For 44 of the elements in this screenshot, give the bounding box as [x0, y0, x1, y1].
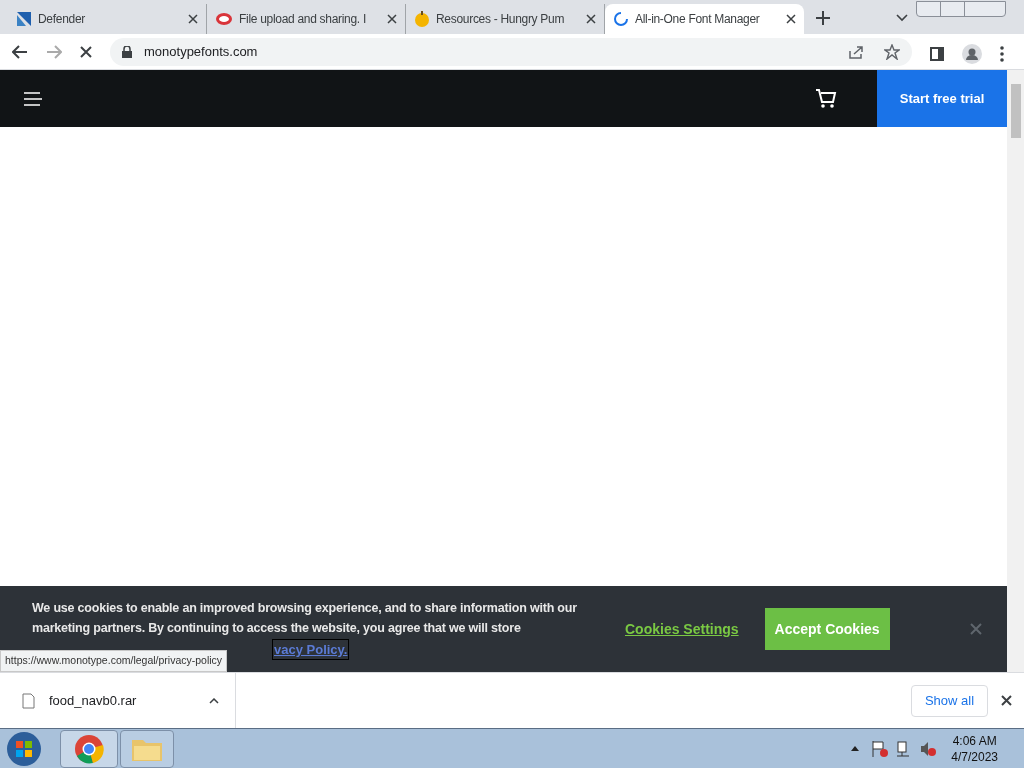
loading-spinner-icon	[613, 11, 629, 27]
show-all-button[interactable]: Show all	[911, 684, 988, 717]
tray-up-icon[interactable]	[851, 746, 860, 751]
taskbar-chrome-button[interactable]	[60, 729, 118, 768]
chevron-down-icon[interactable]	[896, 14, 908, 22]
stop-icon[interactable]	[80, 45, 92, 58]
window-controls[interactable]	[916, 1, 1006, 17]
browser-tab[interactable]: All-in-One Font Manager	[605, 4, 804, 34]
clock-date: 4/7/2023	[951, 748, 998, 765]
more-icon[interactable]	[1000, 46, 1004, 62]
close-icon[interactable]	[586, 14, 596, 24]
chevron-up-icon[interactable]	[209, 697, 219, 704]
start-trial-button[interactable]: Start free trial	[877, 70, 1007, 127]
close-icon[interactable]	[188, 14, 198, 24]
cookies-settings-link[interactable]: Cookies Settings	[625, 618, 739, 640]
profile-icon[interactable]	[962, 44, 982, 64]
flag-icon[interactable]	[871, 739, 890, 758]
new-tab-icon[interactable]	[816, 11, 830, 25]
side-panel-icon[interactable]	[930, 47, 944, 61]
cart-icon[interactable]	[815, 88, 837, 109]
close-icon[interactable]	[786, 14, 796, 24]
close-icon[interactable]	[1001, 695, 1012, 706]
clock-time: 4:06 AM	[952, 732, 997, 749]
tab-title: File upload and sharing. I	[239, 11, 366, 28]
cookie-notice: We use cookies to enable an improved browsing experience, and to share information with our marketing partners. By continuing to access the website, you agree that we will store	[32, 599, 578, 637]
file-name: food_navb0.rar	[49, 691, 137, 710]
lock-icon	[122, 45, 132, 58]
status-tooltip: https://www.monotype.com/legal/privacy-policy	[0, 650, 228, 672]
tab-title: Resources - Hungry Pum	[436, 11, 565, 28]
back-icon[interactable]	[12, 44, 28, 59]
close-icon[interactable]	[387, 14, 397, 24]
tab-title: All-in-One Font Manager	[635, 11, 760, 28]
pumpkin-icon	[414, 11, 430, 27]
file-icon	[22, 692, 35, 709]
chrome-icon	[74, 733, 104, 764]
url-text: monotypefonts.com	[144, 42, 258, 61]
tab-title: Defender	[38, 11, 85, 28]
share-icon[interactable]	[848, 44, 864, 59]
menu-icon[interactable]	[24, 91, 42, 106]
address-bar[interactable]: monotypefonts.com	[110, 37, 912, 66]
star-icon[interactable]	[884, 43, 900, 60]
scrollbar[interactable]	[1007, 70, 1024, 672]
start-button[interactable]	[4, 729, 44, 768]
shield-icon	[16, 11, 32, 27]
